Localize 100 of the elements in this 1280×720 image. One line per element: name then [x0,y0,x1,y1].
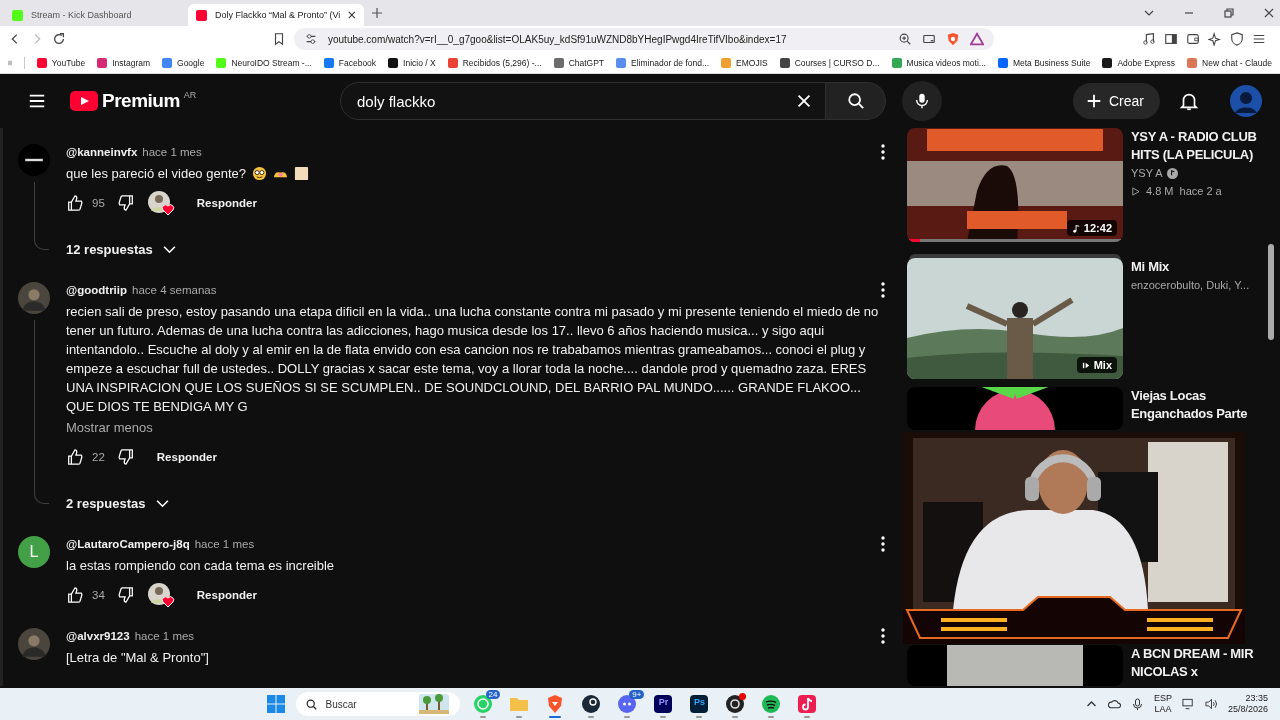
replies-toggle[interactable]: 12 respuestas [66,232,176,266]
video-title[interactable]: Mi Mix [1131,258,1259,276]
cloud-icon[interactable] [1107,698,1121,710]
like-icon[interactable] [66,586,84,604]
taskbar-search-box[interactable]: Buscar [296,692,461,716]
bookmark[interactable]: Recibidos (5,296) -... [447,57,542,68]
like-icon[interactable] [66,194,84,212]
microphone-icon[interactable] [1130,698,1144,710]
landscape-icon [419,694,450,714]
square-icon [293,166,309,181]
zoom-icon[interactable] [898,32,912,46]
volume-icon[interactable] [1204,698,1218,710]
bookmark[interactable]: Adobe Express [1102,57,1176,68]
video-title[interactable]: A BCN DREAM - MIR NICOLAS x [1131,645,1259,681]
play-logo-icon[interactable] [70,91,98,111]
channel-name[interactable]: YSY A [1131,167,1163,179]
clock[interactable]: 23:35 25/8/2026 [1227,693,1268,715]
replies-toggle[interactable]: 2 respuestas [66,486,169,520]
browser-tab[interactable]: Stream - Kick Dashboard [4,4,180,26]
more-icon[interactable] [881,282,885,298]
plus-icon[interactable] [1085,92,1103,110]
bookmark[interactable]: Inicio / X [388,57,436,68]
region-code: AR [183,90,197,100]
logo-text[interactable]: Premium [102,90,180,112]
reload-icon[interactable] [52,32,66,46]
voice-search-button[interactable] [902,81,942,121]
reply-button[interactable]: Responder [184,579,269,611]
search-field[interactable]: doly flackko [355,91,795,111]
bookmark[interactable]: Eliminador de fond... [616,57,710,68]
reply-button[interactable]: Responder [184,187,269,219]
bookmark[interactable]: Instagram [97,57,151,68]
menu-icon[interactable] [28,92,46,110]
menu-icon[interactable] [1252,32,1266,46]
close-icon[interactable] [1264,8,1274,18]
bookmark[interactable]: EMOJIS [721,57,768,68]
channel-name[interactable]: enzocerobulto, Duki, Y... [1131,279,1250,291]
bookmark[interactable]: YouTube [36,57,86,68]
bookmark[interactable]: Google [162,57,205,68]
start-icon[interactable] [266,694,287,714]
comment-text: recien sali de preso, estoy pasando una etapa dificil en la vida.. una lucha constante contra mi pasado y mi presente teniendo el miedo de no tener un futuro. Ademas de una lucha contra las adicciones, hago musica desde los 17.. llevo 6 años haciendo musica... y sigo aqui intentandolo.. Escuche al doly y al emir en la de flata envido con esa cancion nos re trababamos mientras grameabamos... conoci el plug y empeze a escuchar full de ustedes.. DOLLY gracias x sacar este tema, voy a llorar toda la noche.... dandole prod y quemadno zaza. ERES UNA INSPIRACION QUE LOS SUEÑOS SI SE SCUMPLEN.. DE SOUNDCLOUND, DEL BARRIO PAL MUNDO...... GRANDE FLAKOO... QUE DIOS TE BENDIGA MY G [66,303,880,416]
comment-text: [Letra de "Mal & Pronto"] [66,649,209,667]
browser-tab[interactable]: Doly Flackko “Mal & Pronto” (Vi [188,4,364,26]
search-icon[interactable] [306,698,318,710]
comment-author[interactable]: @kanneinvfx [66,146,138,158]
comment-time[interactable]: hace 4 semanas [132,284,217,296]
address-bar[interactable]: youtube.com/watch?v=rI__0_g7goo&list=OLAK5uy_kdSf91uWZND8bYHegIPwgd4IreTifVIbo&index=17 [294,28,994,50]
vpn-icon[interactable] [1230,32,1244,46]
bookmark[interactable]: Meta Business Suite [997,57,1091,68]
more-icon[interactable] [881,628,885,644]
search-button[interactable] [826,82,886,120]
comment-author[interactable]: @LautaroCampero-j8q [66,538,190,550]
show-less-button[interactable]: Mostrar menos [66,417,153,437]
dislike-icon[interactable] [116,194,135,212]
dislike-icon[interactable] [116,448,135,466]
music-icon[interactable] [1142,32,1156,46]
bookmark[interactable]: NeuroIDO Stream -... [216,57,312,68]
comment-time[interactable]: hace 1 mes [142,146,202,158]
bookmark[interactable]: ChatGPT [553,57,605,68]
comment-text: que les pareció el video gente? [66,165,246,183]
close-icon[interactable] [348,11,356,19]
scrollbar-thumb[interactable] [1268,244,1274,340]
taskbar-search-field[interactable]: Buscar [323,697,414,711]
like-icon[interactable] [66,448,84,466]
bookmark[interactable]: Musica videos moti... [891,57,986,68]
video-title[interactable]: YSY A - RADIO CLUB HITS (LA PELICULA) [1131,128,1259,164]
more-icon[interactable] [881,536,885,552]
search-icon[interactable] [846,92,865,110]
network-icon[interactable] [1181,698,1195,710]
restore-icon[interactable] [1224,8,1234,18]
dislike-icon[interactable] [116,586,135,604]
chevron-down-icon[interactable] [162,244,176,254]
bookmark[interactable]: Courses | CURSO D... [779,57,880,68]
sparkle-icon[interactable] [1208,32,1222,46]
view-count: 4.8 M [1146,185,1174,197]
reply-button[interactable]: Responder [144,441,229,473]
more-icon[interactable] [881,144,885,160]
bookmark[interactable]: Facebook [323,57,377,68]
wallet-icon[interactable] [1186,32,1200,46]
comment-time[interactable]: hace 1 mes [134,630,195,642]
chevron-down-icon[interactable] [155,498,169,508]
comment-author[interactable]: @alvxr9123 [66,630,130,642]
chevron-down-icon[interactable] [1144,8,1154,18]
shield-icon[interactable] [946,32,960,46]
search-box[interactable]: doly flackko [340,82,826,120]
language-indicator[interactable]: ESP LAA [1153,693,1172,715]
video-title[interactable]: Viejas Locas Enganchados Parte [1131,387,1259,423]
comment-time[interactable]: hace 1 mes [194,538,255,550]
bookmark[interactable]: New chat - Claude [1187,57,1272,68]
bookmark-icon[interactable] [272,32,286,46]
triangle-icon[interactable] [970,32,984,46]
avatar-icon[interactable] [18,144,50,176]
microphone-icon[interactable] [913,92,931,110]
new-tab-icon[interactable] [372,8,382,18]
cast-icon[interactable] [922,32,936,46]
clear-icon[interactable] [795,92,813,110]
create-button[interactable]: Crear [1073,83,1160,119]
comment-author[interactable]: @goodtriip [66,284,128,296]
thread-line [34,182,49,250]
site-settings-icon[interactable] [304,32,318,46]
sidebar-icon[interactable] [1164,32,1178,46]
